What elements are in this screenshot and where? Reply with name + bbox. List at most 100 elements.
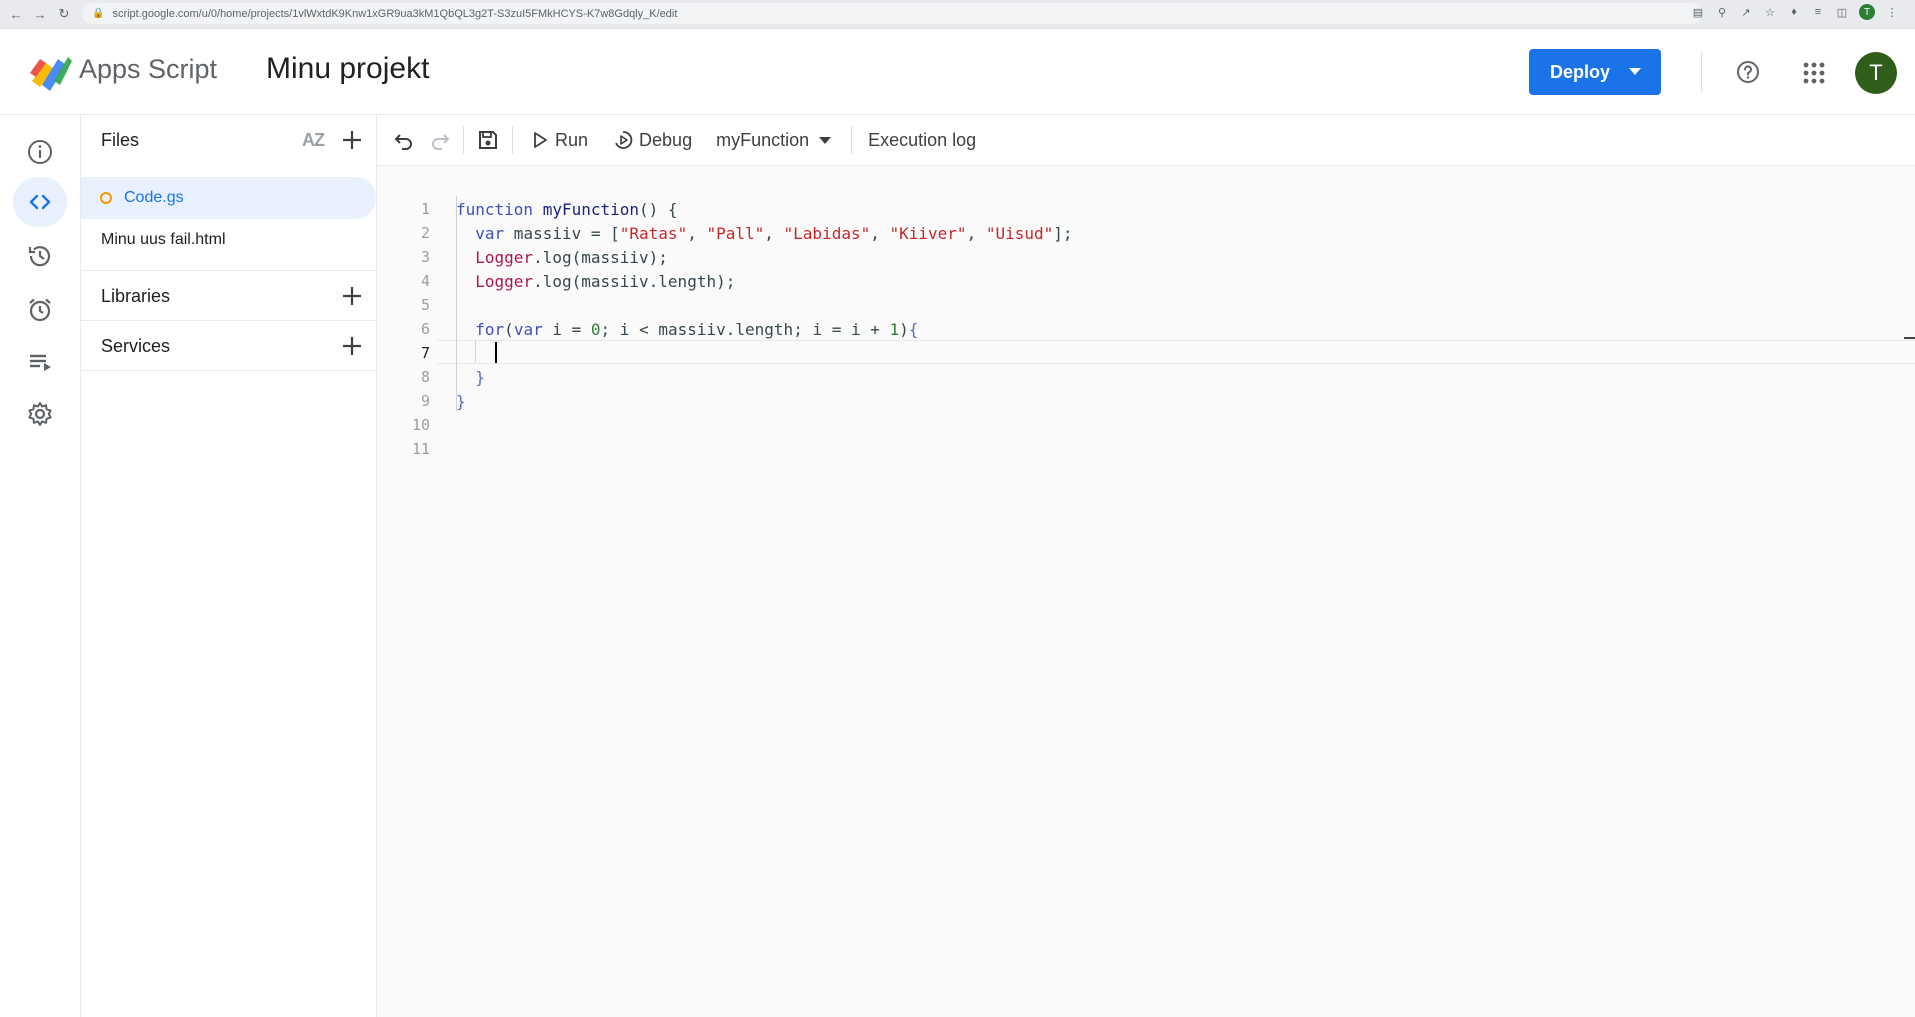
alarm-clock-icon — [29, 298, 51, 322]
info-icon — [28, 140, 52, 164]
unsaved-indicator-icon — [100, 192, 112, 204]
code-text: for(var i = 0; i < massiiv.length; i = i… — [475, 319, 919, 339]
toolbar-divider — [851, 126, 853, 154]
code-line[interactable]: 2 var massiiv = ["Ratas", "Pall", "Labid… — [377, 221, 1915, 245]
code-icon — [29, 194, 51, 210]
code-line-current[interactable]: 7 — [377, 341, 1915, 365]
app-title[interactable]: Apps Script — [79, 54, 217, 85]
code-line[interactable]: 5 — [377, 293, 1915, 317]
left-nav-rail — [0, 115, 81, 1017]
app-header: Apps Script Minu projekt Deploy T — [0, 28, 1915, 115]
code-text: Logger.log(massiiv.length); — [475, 271, 736, 291]
code-text: function myFunction() { — [456, 199, 678, 219]
history-icon — [28, 246, 51, 267]
line-number: 5 — [420, 296, 430, 314]
undo-button[interactable] — [393, 129, 415, 151]
address-bar[interactable]: 🔒 script.google.com/u/0/home/projects/1v… — [82, 3, 1702, 24]
code-line[interactable]: 8 } — [377, 365, 1915, 389]
line-number: 9 — [420, 392, 430, 410]
execution-log-label: Execution log — [868, 129, 977, 150]
files-panel: Files AZ Code.gs Minu uus fail.html Libr… — [81, 115, 377, 1017]
chevron-down-icon — [1629, 68, 1641, 75]
rail-overview-button[interactable] — [13, 127, 67, 177]
save-button[interactable] — [477, 129, 499, 151]
zoom-icon[interactable]: ⚲ — [1715, 5, 1729, 19]
browser-toolbar: ← → ↻ 🔒 script.google.com/u/0/home/proje… — [0, 0, 1915, 29]
code-text: } — [456, 391, 466, 411]
rail-settings-button[interactable] — [13, 389, 67, 439]
code-line[interactable]: 10 — [377, 413, 1915, 437]
editor-toolbar: Run Debug myFunction Execution log — [377, 115, 1915, 166]
apps-script-logo-icon[interactable] — [28, 51, 72, 91]
text-cursor — [495, 342, 497, 363]
gear-icon — [28, 402, 52, 426]
line-number: 3 — [420, 248, 430, 266]
run-button[interactable]: Run — [531, 130, 588, 151]
extensions-icon[interactable]: ♦ — [1787, 5, 1801, 19]
rail-history-button[interactable] — [13, 231, 67, 281]
debug-icon — [615, 131, 633, 149]
project-title[interactable]: Minu projekt — [266, 52, 429, 86]
browser-menu-icon[interactable]: ⋮ — [1885, 5, 1899, 19]
files-header: Files AZ — [81, 115, 376, 165]
code-line[interactable]: 4 Logger.log(massiiv.length); — [377, 269, 1915, 293]
deploy-button[interactable]: Deploy — [1529, 49, 1661, 95]
rail-triggers-button[interactable] — [13, 285, 67, 335]
file-item-code-gs[interactable]: Code.gs — [81, 177, 376, 219]
file-item-minu-uus-fail[interactable]: Minu uus fail.html — [81, 219, 376, 261]
line-number: 2 — [420, 224, 430, 242]
add-service-plus-icon[interactable] — [340, 334, 364, 358]
reading-list-icon[interactable]: ≡ — [1811, 5, 1825, 19]
code-line[interactable]: 1 function myFunction() { — [377, 197, 1915, 221]
code-line[interactable]: 3 Logger.log(massiiv); — [377, 245, 1915, 269]
url-text[interactable]: script.google.com/u/0/home/projects/1vlW… — [112, 8, 677, 20]
debug-button[interactable]: Debug — [613, 130, 692, 151]
execution-log-button[interactable]: Execution log — [868, 130, 976, 151]
rail-executions-button[interactable] — [13, 337, 67, 387]
lock-icon[interactable]: 🔒 — [92, 8, 104, 19]
function-selector-value: myFunction — [716, 129, 810, 150]
executions-icon — [30, 354, 51, 371]
line-number: 4 — [420, 272, 430, 290]
share-icon[interactable]: ↗ — [1739, 5, 1753, 19]
code-editor[interactable]: 1 function myFunction() { 2 var massiiv … — [377, 166, 1915, 1017]
line-number: 8 — [420, 368, 430, 386]
code-line[interactable]: 9 } — [377, 389, 1915, 413]
code-text: } — [475, 367, 485, 387]
back-icon[interactable]: ← — [8, 6, 24, 22]
services-title: Services — [101, 335, 171, 356]
redo-icon — [432, 134, 450, 150]
function-selector[interactable]: myFunction — [716, 129, 832, 151]
save-icon — [479, 131, 497, 149]
run-label: Run — [555, 129, 589, 150]
redo-button[interactable] — [429, 129, 451, 151]
divider — [81, 370, 376, 371]
rail-editor-button[interactable] — [13, 177, 67, 227]
side-panel-icon[interactable]: ◫ — [1835, 5, 1849, 19]
file-name: Code.gs — [124, 189, 184, 206]
browser-actions: ▤ ⚲ ↗ ☆ ♦ ≡ ◫ T ⋮ — [1691, 4, 1899, 20]
add-library-plus-icon[interactable] — [340, 284, 364, 308]
translate-icon[interactable]: ▤ — [1691, 5, 1705, 19]
help-icon[interactable] — [1736, 60, 1760, 84]
add-file-plus-icon[interactable] — [340, 128, 364, 152]
forward-icon[interactable]: → — [32, 6, 48, 22]
browser-profile-avatar[interactable]: T — [1859, 4, 1875, 20]
toolbar-divider — [463, 126, 464, 154]
line-number: 6 — [420, 320, 430, 338]
google-apps-grid-icon[interactable] — [1803, 62, 1825, 84]
sort-az-icon[interactable]: AZ — [302, 130, 325, 151]
reload-icon[interactable]: ↻ — [56, 6, 72, 22]
code-line[interactable]: 6 for(var i = 0; i < massiiv.length; i =… — [377, 317, 1915, 341]
code-line[interactable]: 11 — [377, 437, 1915, 461]
code-text: Logger.log(massiiv); — [475, 247, 668, 267]
line-number: 1 — [420, 200, 430, 218]
libraries-section: Libraries — [81, 271, 376, 321]
debug-label: Debug — [639, 129, 693, 150]
files-title: Files — [101, 129, 140, 150]
bookmark-star-icon[interactable]: ☆ — [1763, 5, 1777, 19]
toolbar-divider — [512, 126, 513, 154]
account-avatar[interactable]: T — [1855, 52, 1897, 94]
file-name: Minu uus fail.html — [101, 231, 226, 248]
